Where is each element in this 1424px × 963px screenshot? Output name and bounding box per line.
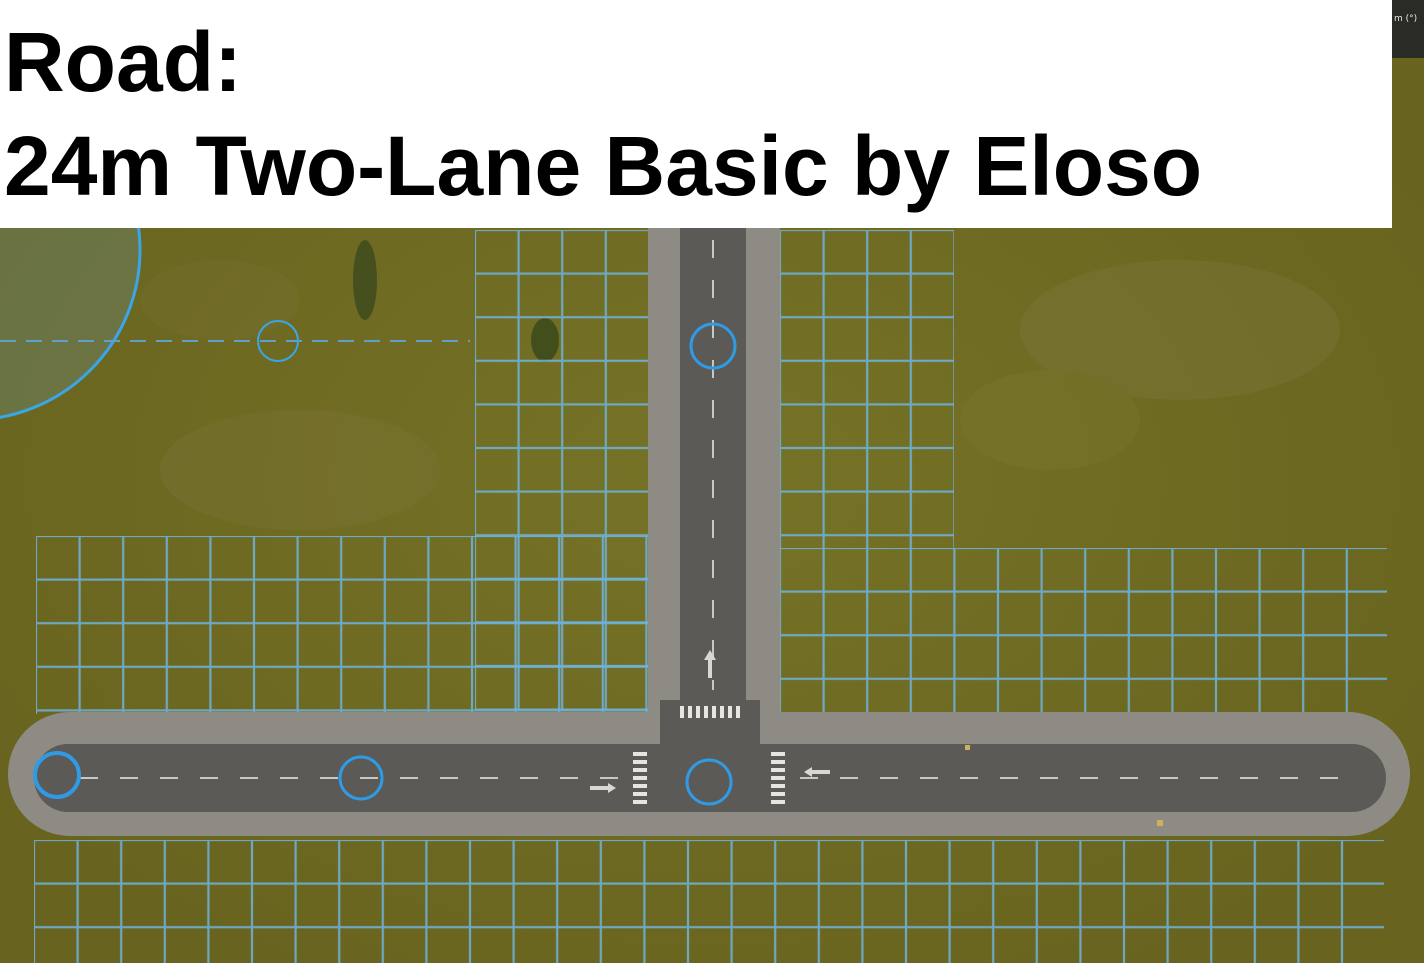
title-overlay: Road: 24m Two-Lane Basic by Eloso (0, 0, 1392, 228)
zone-grid-right[interactable] (780, 548, 1387, 720)
hud-panel: m (°) (1392, 0, 1424, 58)
title-line-2: 24m Two-Lane Basic by Eloso (4, 119, 1203, 213)
zone-grid-upper-right[interactable] (780, 230, 954, 548)
title-line-1: Road: (4, 15, 242, 109)
zone-grid-lower[interactable] (34, 840, 1384, 963)
hud-angle-label: m (°) (1394, 14, 1418, 24)
zone-grid-left[interactable] (36, 536, 648, 714)
